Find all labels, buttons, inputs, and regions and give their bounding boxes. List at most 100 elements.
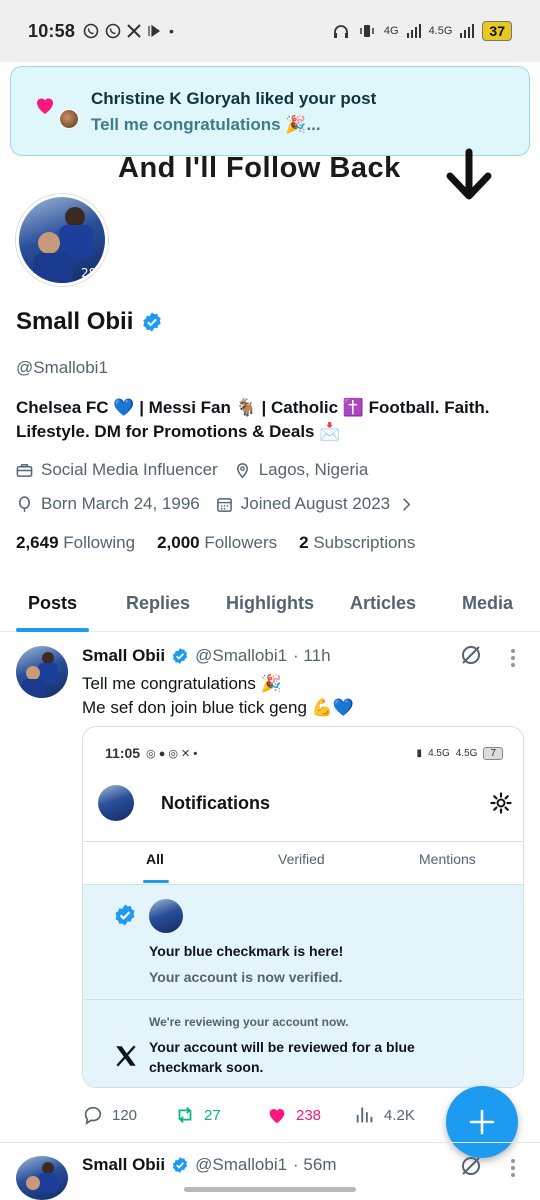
tab-articles[interactable]: Articles [350, 593, 416, 614]
following-count[interactable]: 2,649 Following [16, 533, 135, 553]
profile-avatar[interactable]: 28 [16, 194, 108, 286]
embedded-tab-mentions: Mentions [419, 851, 476, 867]
post-media-image[interactable]: 11:05 ◎ ● ◎ ✕ • ▮ 4.5G 4.5G 7 Notificati… [82, 726, 524, 1088]
location-pin-icon [236, 462, 248, 478]
post-author-handle: @Smallobi1 [195, 646, 288, 665]
x-logo-icon [127, 24, 141, 38]
active-tab-indicator [16, 628, 89, 632]
svg-text:28: 28 [81, 266, 96, 280]
reply-count: 120 [112, 1106, 138, 1124]
notification-1-subtitle: Your account is now verified. [149, 969, 343, 985]
views-button[interactable]: 4.2K [354, 1104, 415, 1126]
active-tab-indicator [143, 880, 169, 883]
notification-message: Tell me congratulations 🎉... [91, 115, 321, 134]
heart-icon [269, 1109, 285, 1124]
divider [0, 1142, 540, 1143]
whatsapp-icon [83, 23, 99, 39]
repost-icon [178, 1107, 192, 1123]
gear-icon [490, 792, 512, 814]
compose-button[interactable] [446, 1086, 518, 1158]
views-icon [356, 1107, 373, 1123]
grok-icon[interactable] [459, 1154, 483, 1178]
tab-replies[interactable]: Replies [126, 593, 190, 614]
tab-highlights[interactable]: Highlights [226, 593, 314, 614]
repost-count: 27 [204, 1106, 221, 1124]
profile-name: Small Obii [16, 308, 163, 336]
verified-badge-icon [143, 312, 162, 332]
network-label: 4.5G [428, 748, 450, 759]
notification-title: Christine K Gloryah liked your post [91, 89, 377, 108]
verified-badge-icon [115, 904, 135, 926]
repost-button[interactable]: 27 [174, 1104, 221, 1126]
status-notification-icons: • [83, 23, 174, 39]
avatar-photo [22, 652, 58, 698]
network-45g-label: 4.5G [428, 25, 453, 37]
like-notification-banner[interactable]: Christine K Gloryah liked your post Tell… [10, 66, 530, 156]
post-header: Small Obii @Smallobi1 · 11h [82, 646, 331, 666]
embedded-page-title: Notifications [161, 793, 271, 813]
signal-icon [460, 24, 475, 38]
x-logo-icon [116, 1045, 136, 1067]
post-avatar[interactable] [16, 646, 68, 698]
reply-icon [84, 1106, 102, 1125]
post-author-handle: @Smallobi1 [195, 1155, 288, 1174]
network-4g-label: 4G [383, 25, 399, 37]
post-header: Small Obii @Smallobi1 · 56m [82, 1155, 337, 1175]
signal-icon [406, 24, 421, 38]
chevron-right-icon [403, 497, 411, 511]
home-indicator[interactable] [184, 1187, 356, 1192]
embedded-status-right: ▮ 4.5G 4.5G 7 [417, 747, 503, 760]
avatar [59, 109, 79, 129]
profile-name-text: Small Obii [16, 308, 134, 335]
more-dot-icon: • [169, 23, 174, 39]
arrow-down-icon [446, 148, 492, 200]
embedded-status-bar: 11:05 ◎ ● ◎ ✕ • [105, 745, 197, 761]
header-banner-text: And I'll Follow Back [118, 152, 401, 184]
profile-joined[interactable]: Joined August 2023 [216, 494, 415, 514]
followers-count[interactable]: 2,000 Followers [157, 533, 277, 553]
subscriptions-count[interactable]: 2 Subscriptions [299, 533, 415, 553]
tab-posts[interactable]: Posts [28, 593, 77, 614]
profile-tabs: Posts Replies Highlights Articles Media [0, 580, 540, 632]
post-time: · 56m [293, 1155, 337, 1174]
battery-indicator: 37 [482, 21, 512, 41]
post-author-name[interactable]: Small Obii [82, 646, 165, 666]
post-avatar[interactable] [16, 1156, 68, 1200]
plus-icon [469, 1109, 495, 1135]
more-options-icon[interactable] [510, 1158, 516, 1178]
status-time: 10:58 [28, 20, 76, 41]
like-count: 238 [296, 1106, 322, 1124]
profile-category: Social Media Influencer [16, 460, 218, 480]
embedded-tab-all: All [146, 851, 164, 867]
view-count: 4.2K [384, 1106, 415, 1124]
grok-icon[interactable] [459, 643, 483, 667]
embedded-notifications-list: Your blue checkmark is here! Your accoun… [83, 884, 523, 1087]
verified-badge-icon [173, 648, 188, 664]
reply-button[interactable]: 120 [82, 1104, 137, 1126]
profile-meta-row-1: Social Media Influencer Lagos, Nigeria [16, 460, 384, 480]
more-options-icon[interactable] [510, 648, 516, 668]
media-icon [148, 24, 161, 38]
notification-2-text: Your account will be reviewed for a blue… [149, 1039, 415, 1075]
avatar [149, 899, 183, 933]
divider [83, 841, 523, 842]
post-text: Tell me congratulations 🎉 Me sef don joi… [82, 672, 354, 720]
post-text-line-1: Tell me congratulations 🎉 [82, 674, 282, 693]
vibrate-icon [360, 25, 374, 37]
heart-icon [37, 98, 53, 114]
tab-media[interactable]: Media [462, 593, 513, 614]
verified-badge-icon [173, 1157, 188, 1173]
whatsapp-icon [105, 23, 121, 39]
profile-bio: Chelsea FC 💙 | Messi Fan 🐐 | Catholic ✝️… [16, 398, 490, 441]
like-button[interactable]: 238 [266, 1104, 321, 1126]
avatar-photo [26, 1162, 58, 1193]
profile-location: Lagos, Nigeria [234, 460, 368, 480]
post-author-name[interactable]: Small Obii [82, 1155, 165, 1175]
post-time: · 11h [293, 646, 331, 665]
headphones-icon [333, 25, 348, 38]
profile-meta-row-2: Born March 24, 1996 Joined August 2023 [16, 494, 431, 514]
profile-counts: 2,649 Following 2,000 Followers 2 Subscr… [16, 533, 415, 553]
divider [83, 999, 523, 1000]
embedded-status-time: 11:05 [105, 745, 141, 761]
notification-2-pretext: We're reviewing your account now. [149, 1015, 349, 1029]
